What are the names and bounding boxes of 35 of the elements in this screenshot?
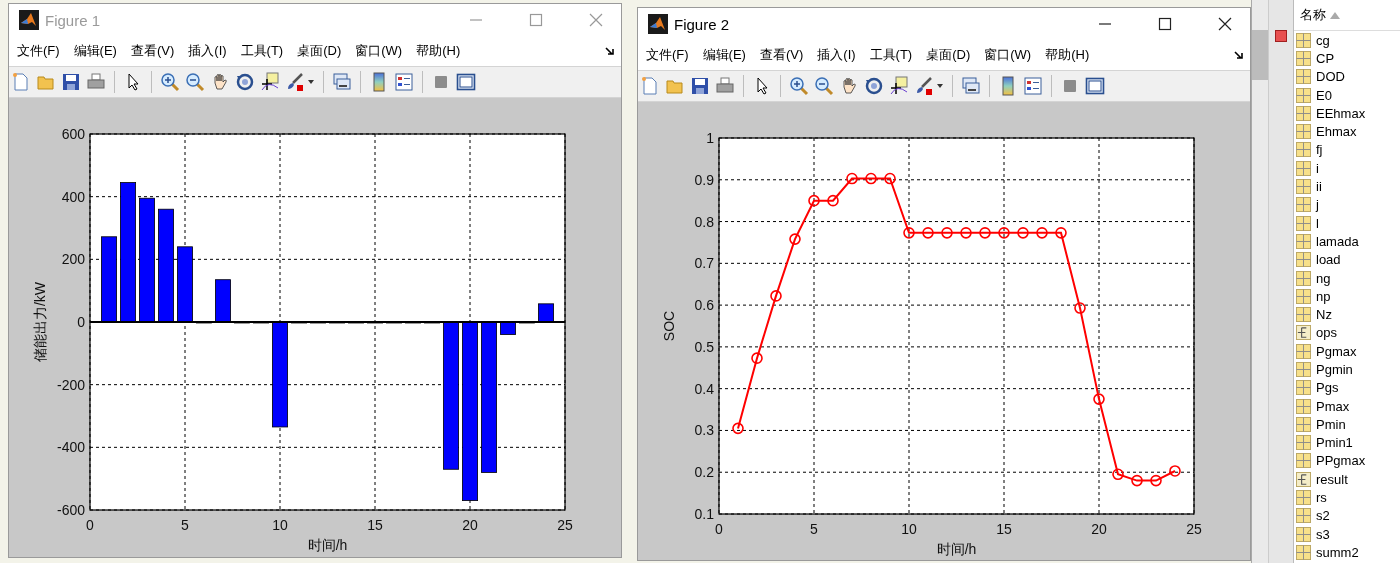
tick-label: 0.3 bbox=[694, 422, 714, 439]
tick-label: 20 bbox=[1091, 521, 1107, 537]
tick-label: -200 bbox=[56, 376, 85, 393]
tick-label: -400 bbox=[56, 439, 85, 456]
tick-label: 0.7 bbox=[694, 255, 714, 272]
tick-label: 0 bbox=[715, 521, 723, 537]
tick-label: 0.2 bbox=[694, 464, 714, 481]
tick-label: 25 bbox=[1186, 521, 1202, 537]
tick-label: 0.5 bbox=[694, 338, 714, 355]
tick-label: 20 bbox=[462, 517, 478, 533]
axis-label: 时间/h bbox=[936, 541, 977, 557]
window-title: Figure 1 bbox=[45, 11, 101, 29]
tick-label: 0.8 bbox=[694, 213, 714, 230]
tick-label: 600 bbox=[61, 126, 85, 142]
tick-label: 5 bbox=[810, 521, 818, 537]
tick-label: 200 bbox=[61, 251, 85, 268]
tick-label: 15 bbox=[367, 517, 383, 533]
tick-label: 0 bbox=[77, 314, 85, 330]
tick-label: 0.4 bbox=[694, 380, 714, 397]
tick-label: 0.6 bbox=[694, 297, 714, 314]
axis-label: SOC bbox=[661, 310, 677, 342]
tick-label: 0.1 bbox=[694, 506, 714, 522]
tick-label: 10 bbox=[272, 517, 288, 533]
window-title: Figure 2 bbox=[674, 15, 730, 33]
tick-label: 400 bbox=[61, 188, 85, 205]
tick-label: 0.9 bbox=[694, 171, 714, 188]
tick-label: 15 bbox=[996, 521, 1012, 537]
tick-label: 5 bbox=[181, 517, 189, 533]
tick-label: 0 bbox=[86, 517, 94, 533]
axis-label: 储能出力/kW bbox=[32, 281, 48, 363]
tick-label: 1 bbox=[706, 130, 714, 146]
axis-label: 时间/h bbox=[307, 537, 348, 553]
tick-label: -600 bbox=[56, 502, 85, 518]
tick-label: 25 bbox=[557, 517, 573, 533]
tick-label: 10 bbox=[901, 521, 917, 537]
